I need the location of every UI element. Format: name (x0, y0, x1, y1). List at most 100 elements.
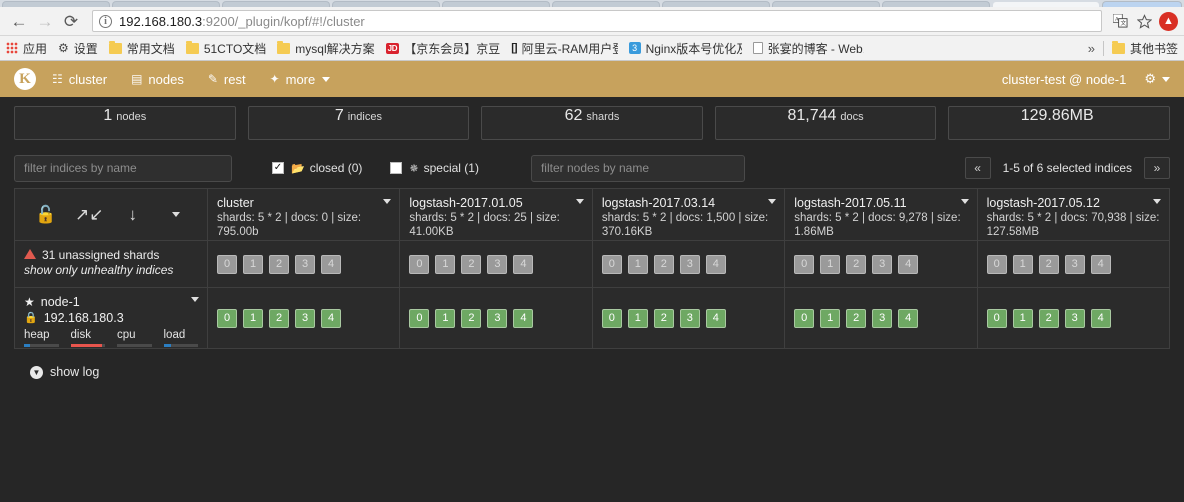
shard-box[interactable]: 4 (321, 308, 341, 328)
shard-box[interactable]: 4 (898, 308, 919, 328)
bookmark-aliyun[interactable]: [] 阿里云-RAM用户登录 (511, 40, 617, 57)
shard-box[interactable]: 4 (1090, 254, 1111, 274)
browser-tab[interactable] (332, 1, 440, 7)
shard-box[interactable]: 3 (679, 308, 700, 328)
bookmarks-overflow-button[interactable]: » (1080, 41, 1103, 56)
shard-box[interactable]: 4 (321, 254, 341, 274)
shard-box[interactable]: 3 (1064, 308, 1085, 328)
sort-alpha-icon[interactable]: ↓︍ (111, 205, 155, 225)
browser-tab-active[interactable] (992, 1, 1100, 7)
bookmark-apps[interactable]: 应用 (6, 40, 47, 57)
bookmark-other[interactable]: 其他书签 (1111, 40, 1178, 57)
filter-nodes-input[interactable] (530, 154, 745, 182)
shard-box[interactable]: 1 (627, 308, 648, 328)
filter-closed-checkbox[interactable]: ✓ 📂 closed (0) (272, 161, 362, 175)
shard-box[interactable]: 3 (679, 254, 700, 274)
bookmark-jd[interactable]: JD 【京东会员】京豆免 (385, 40, 500, 57)
browser-tab[interactable] (662, 1, 770, 7)
nav-item-rest[interactable]: ✎ rest (208, 72, 246, 87)
shard-box[interactable]: 4 (513, 308, 534, 328)
shard-box[interactable]: 2 (846, 254, 867, 274)
shard-box[interactable]: 4 (705, 308, 726, 328)
expand-arrows-icon[interactable]: ↗↙ (68, 205, 112, 225)
chevron-down-icon[interactable] (575, 199, 584, 204)
gear-icon[interactable]: ⚙ (1144, 71, 1156, 87)
browser-tab[interactable] (882, 1, 990, 7)
chevron-down-icon[interactable] (1162, 76, 1170, 82)
shard-box[interactable]: 0 (794, 254, 815, 274)
filter-special-checkbox[interactable]: ✓ ✵ special (1) (390, 161, 479, 175)
shard-box[interactable]: 4 (898, 254, 919, 274)
shard-box[interactable]: 3 (487, 308, 508, 328)
shard-box[interactable]: 0 (217, 254, 237, 274)
chevron-down-icon[interactable] (191, 297, 199, 302)
shard-box[interactable]: 2 (461, 254, 482, 274)
shard-box[interactable]: 1 (243, 254, 263, 274)
info-icon[interactable]: i (99, 14, 112, 28)
browser-tab[interactable] (552, 1, 660, 7)
checkbox-checked-icon[interactable]: ✓ (272, 162, 284, 174)
shard-box[interactable]: 2 (846, 308, 867, 328)
shard-box[interactable]: 0 (794, 308, 815, 328)
browser-tab[interactable] (442, 1, 550, 7)
shard-box[interactable]: 2 (269, 254, 289, 274)
star-icon[interactable] (1132, 9, 1156, 33)
shard-box[interactable]: 0 (409, 254, 430, 274)
browser-tab[interactable] (1102, 1, 1182, 7)
shard-box[interactable]: 4 (513, 254, 534, 274)
bookmark-nginx[interactable]: 3 Nginx版本号优化及设 (628, 40, 742, 57)
shard-box[interactable]: 1 (627, 254, 648, 274)
bookmark-blog[interactable]: 张宴的博客 - Web系统 (752, 40, 864, 57)
filter-indices-input[interactable] (14, 154, 232, 182)
shard-box[interactable]: 4 (705, 254, 726, 274)
chevron-down-icon[interactable] (383, 199, 392, 204)
shard-box[interactable]: 1 (1012, 254, 1033, 274)
shard-box[interactable]: 0 (986, 254, 1007, 274)
update-arrow-icon[interactable]: ▲ (1159, 11, 1178, 31)
pager-next-button[interactable]: » (1144, 157, 1170, 179)
show-log-toggle[interactable]: ▼ show log (14, 349, 1170, 395)
shard-box[interactable]: 2 (1038, 308, 1059, 328)
shard-box[interactable]: 0 (409, 308, 430, 328)
chevron-down-icon[interactable] (768, 199, 777, 204)
nav-item-more[interactable]: ✦ more (270, 72, 331, 87)
unlock-icon[interactable]: 🔓 (24, 205, 68, 225)
bookmark-folder[interactable]: 51CTO文档 (185, 40, 266, 57)
shard-box[interactable]: 0 (217, 308, 237, 328)
address-bar[interactable]: i 192.168.180.3:9200/_plugin/kopf/#!/clu… (92, 10, 1102, 32)
shard-box[interactable]: 2 (461, 308, 482, 328)
shard-box[interactable]: 2 (1038, 254, 1059, 274)
shard-box[interactable]: 1 (435, 254, 456, 274)
bookmark-folder[interactable]: mysql解决方案 (277, 40, 375, 57)
chevron-down-icon[interactable] (960, 199, 969, 204)
show-unhealthy-link[interactable]: show only unhealthy indices (24, 263, 198, 278)
shard-box[interactable]: 3 (295, 308, 315, 328)
shard-box[interactable]: 0 (986, 308, 1007, 328)
shard-box[interactable]: 1 (435, 308, 456, 328)
shard-box[interactable]: 3 (295, 254, 315, 274)
browser-tab[interactable] (222, 1, 330, 7)
shard-box[interactable]: 3 (872, 308, 893, 328)
shard-box[interactable]: 0 (601, 254, 622, 274)
bookmark-folder[interactable]: 常用文档 (108, 40, 175, 57)
shard-box[interactable]: 3 (872, 254, 893, 274)
back-arrow-icon[interactable]: ← (6, 8, 32, 34)
browser-tab[interactable] (2, 1, 110, 7)
shard-box[interactable]: 1 (820, 308, 841, 328)
kopf-logo[interactable]: K (14, 68, 36, 90)
shard-box[interactable]: 1 (243, 308, 263, 328)
caret-down-icon[interactable] (155, 212, 199, 217)
shard-box[interactable]: 0 (601, 308, 622, 328)
reload-icon[interactable]: ⟳ (58, 8, 84, 34)
shard-box[interactable]: 3 (1064, 254, 1085, 274)
nav-item-nodes[interactable]: ▤ nodes (131, 72, 184, 87)
shard-box[interactable]: 1 (1012, 308, 1033, 328)
shard-box[interactable]: 2 (269, 308, 289, 328)
shard-box[interactable]: 2 (653, 254, 674, 274)
shard-box[interactable]: 1 (820, 254, 841, 274)
bookmark-settings[interactable]: ⚙ 设置 (58, 40, 98, 57)
translate-icon[interactable]: A文 (1108, 9, 1132, 33)
shard-box[interactable]: 4 (1090, 308, 1111, 328)
shard-box[interactable]: 3 (487, 254, 508, 274)
browser-tab[interactable] (112, 1, 220, 7)
